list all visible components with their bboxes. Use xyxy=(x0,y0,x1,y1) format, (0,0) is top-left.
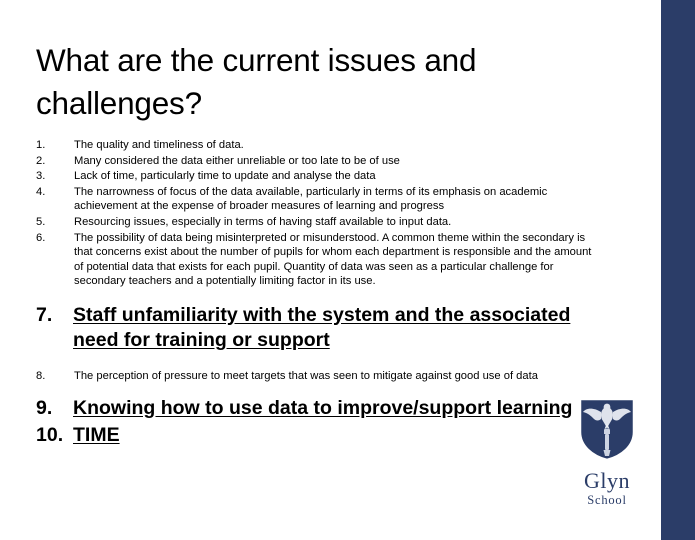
list-item-number: 1. xyxy=(36,139,46,151)
list-item-number: 6. xyxy=(36,231,46,244)
list-item-text: Knowing how to use data to improve/suppo… xyxy=(73,396,573,419)
logo-subtitle: School xyxy=(587,493,627,507)
list-item-number: 10. xyxy=(36,423,64,446)
list-item: 4. The narrowness of focus of the data a… xyxy=(36,185,596,214)
list-item-text: The possibility of data being misinterpr… xyxy=(74,231,592,288)
list-item: 1. The quality and timeliness of data. xyxy=(36,138,596,153)
list-item: 6. The possibility of data being misinte… xyxy=(36,231,596,289)
list-item-text: Many considered the data either unreliab… xyxy=(74,154,400,167)
list-item-number: 5. xyxy=(36,215,46,228)
issues-list: 1. The quality and timeliness of data. 2… xyxy=(36,138,596,448)
list-item-number: 8. xyxy=(36,369,46,382)
list-item: 7. Staff unfamiliarity with the system a… xyxy=(36,303,596,353)
list-item: 3. Lack of time, particularly time to up… xyxy=(36,169,596,184)
logo-name: Glyn xyxy=(584,468,630,493)
list-item-number: 2. xyxy=(36,154,46,167)
list-item-text: Lack of time, particularly time to updat… xyxy=(74,170,376,183)
list-item-text: The quality and timeliness of data. xyxy=(74,139,244,151)
list-item: 5. Resourcing issues, especially in term… xyxy=(36,215,596,230)
list-item-number: 4. xyxy=(36,185,46,198)
list-item: 10. TIME xyxy=(36,423,596,448)
list-item: 2. Many considered the data either unrel… xyxy=(36,154,596,169)
list-item: 8. The perception of pressure to meet ta… xyxy=(36,369,596,384)
list-item-number: 3. xyxy=(36,170,46,183)
list-item-text: The perception of pressure to meet targe… xyxy=(74,369,538,382)
list-item-text: Resourcing issues, especially in terms o… xyxy=(74,215,452,228)
presentation-slide: What are the current issues and challeng… xyxy=(0,0,695,540)
list-item-number: 7. xyxy=(36,303,53,326)
list-item: 9. Knowing how to use data to improve/su… xyxy=(36,396,596,421)
list-item-text: Staff unfamiliarity with the system and … xyxy=(73,303,571,351)
school-logo: Glyn School xyxy=(566,396,648,507)
list-item-text: TIME xyxy=(73,423,120,446)
right-accent-bar xyxy=(661,0,695,540)
page-title: What are the current issues and challeng… xyxy=(36,42,477,122)
glyn-school-crest-icon xyxy=(566,396,648,467)
list-item-text: The narrowness of focus of the data avai… xyxy=(74,185,548,213)
list-item-number: 9. xyxy=(36,396,53,419)
